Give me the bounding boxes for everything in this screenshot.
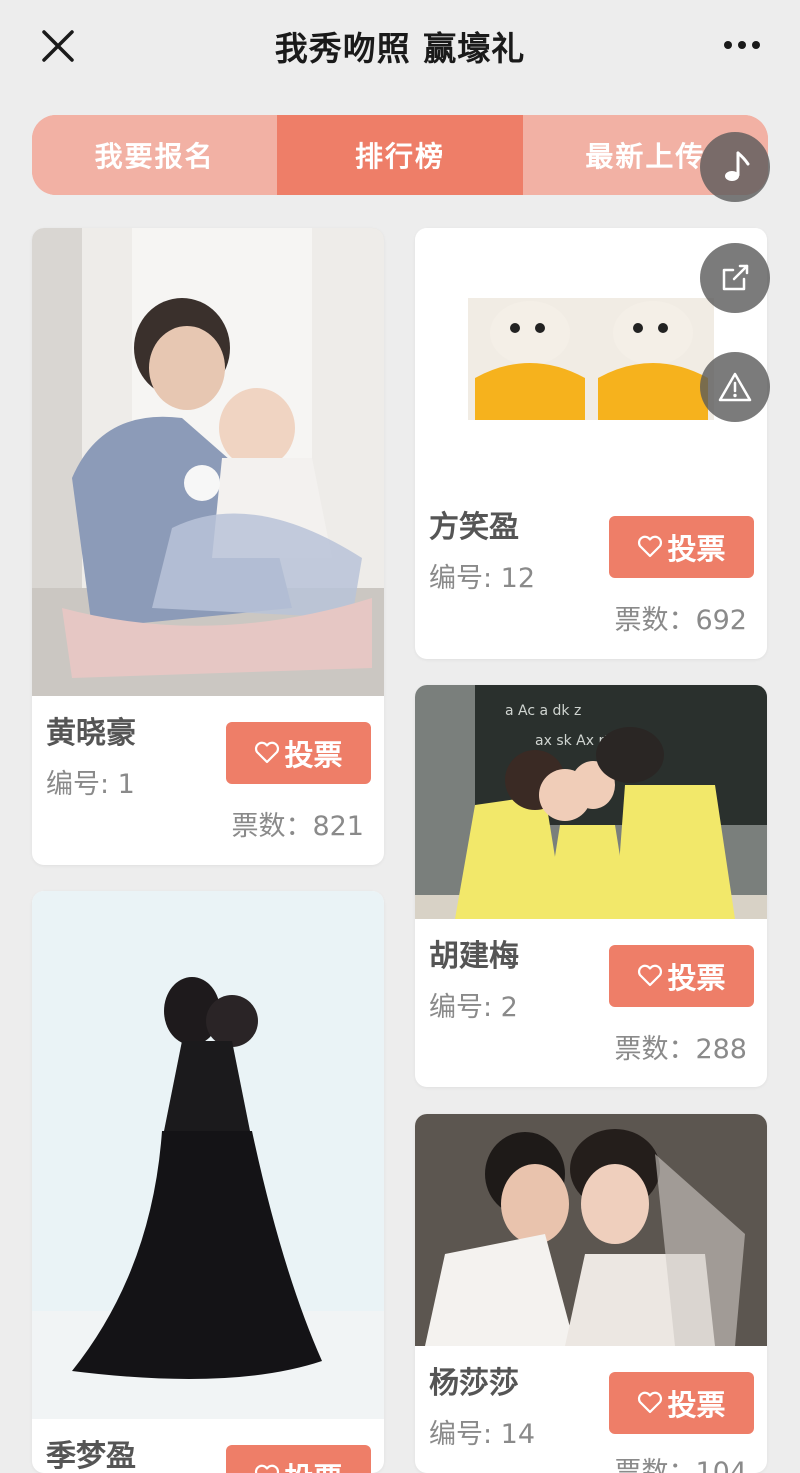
vote-label: 投票 bbox=[667, 1388, 726, 1422]
page-title: 我秀吻照 赢壕礼 bbox=[274, 29, 526, 68]
vote-count: 票数：692 bbox=[614, 605, 747, 636]
vote-label: 投票 bbox=[284, 738, 343, 772]
entry-number: 编号: 1 bbox=[46, 769, 135, 800]
heart-icon bbox=[638, 1391, 663, 1414]
entry-card[interactable]: 季梦盈 投票 bbox=[32, 891, 384, 1473]
vote-button[interactable]: 投票 bbox=[226, 1445, 371, 1473]
vote-button[interactable]: 投票 bbox=[226, 722, 371, 784]
tab-bar: 我要报名 排行榜 最新上传 bbox=[32, 115, 768, 195]
vote-button[interactable]: 投票 bbox=[609, 516, 754, 578]
entry-photo[interactable] bbox=[415, 1114, 767, 1346]
entry-name: 季梦盈 bbox=[46, 1439, 136, 1473]
vote-count: 票数：104 bbox=[614, 1457, 747, 1473]
entry-card[interactable]: 杨莎莎 编号: 14 投票 票数：104 bbox=[415, 1114, 767, 1473]
vote-label: 投票 bbox=[284, 1455, 342, 1473]
vote-count: 票数：821 bbox=[231, 811, 364, 842]
music-button[interactable] bbox=[700, 132, 770, 202]
vote-label: 投票 bbox=[667, 961, 726, 995]
more-icon[interactable] bbox=[720, 30, 764, 60]
warning-icon bbox=[718, 372, 752, 402]
heart-icon bbox=[638, 535, 663, 558]
heart-icon bbox=[638, 964, 663, 987]
entry-name: 胡建梅 bbox=[429, 939, 519, 974]
entry-photo[interactable]: a Ac a dk z ax sk Ax rt bbox=[415, 685, 767, 919]
music-note-icon bbox=[725, 151, 750, 181]
heart-icon bbox=[255, 1464, 280, 1473]
entry-number: 编号: 12 bbox=[429, 563, 536, 594]
vote-button[interactable]: 投票 bbox=[609, 1372, 754, 1434]
entry-photo[interactable] bbox=[32, 228, 384, 696]
tab-signup[interactable]: 我要报名 bbox=[32, 115, 278, 195]
entry-number: 编号: 14 bbox=[429, 1419, 536, 1450]
entry-name: 黄晓豪 bbox=[46, 716, 136, 751]
share-button[interactable] bbox=[700, 243, 770, 313]
tab-ranking[interactable]: 排行榜 bbox=[277, 115, 523, 195]
entry-photo[interactable] bbox=[32, 891, 384, 1419]
top-bar: 我秀吻照 赢壕礼 bbox=[0, 0, 800, 90]
entry-name: 方笑盈 bbox=[429, 510, 519, 545]
entry-card[interactable]: a Ac a dk z ax sk Ax rt 胡建梅 编号: 2 投票 票数：… bbox=[415, 685, 767, 1087]
vote-label: 投票 bbox=[667, 532, 726, 566]
entry-number: 编号: 2 bbox=[429, 992, 518, 1023]
report-button[interactable] bbox=[700, 352, 770, 422]
vote-count: 票数：288 bbox=[614, 1034, 747, 1065]
svg-text:a Ac a dk z: a Ac a dk z bbox=[505, 703, 581, 719]
share-icon bbox=[722, 264, 749, 291]
entry-card[interactable]: 黄晓豪 编号: 1 投票 票数：821 bbox=[32, 228, 384, 865]
entry-name: 杨莎莎 bbox=[429, 1366, 519, 1401]
heart-icon bbox=[255, 741, 280, 764]
vote-button[interactable]: 投票 bbox=[609, 945, 754, 1007]
